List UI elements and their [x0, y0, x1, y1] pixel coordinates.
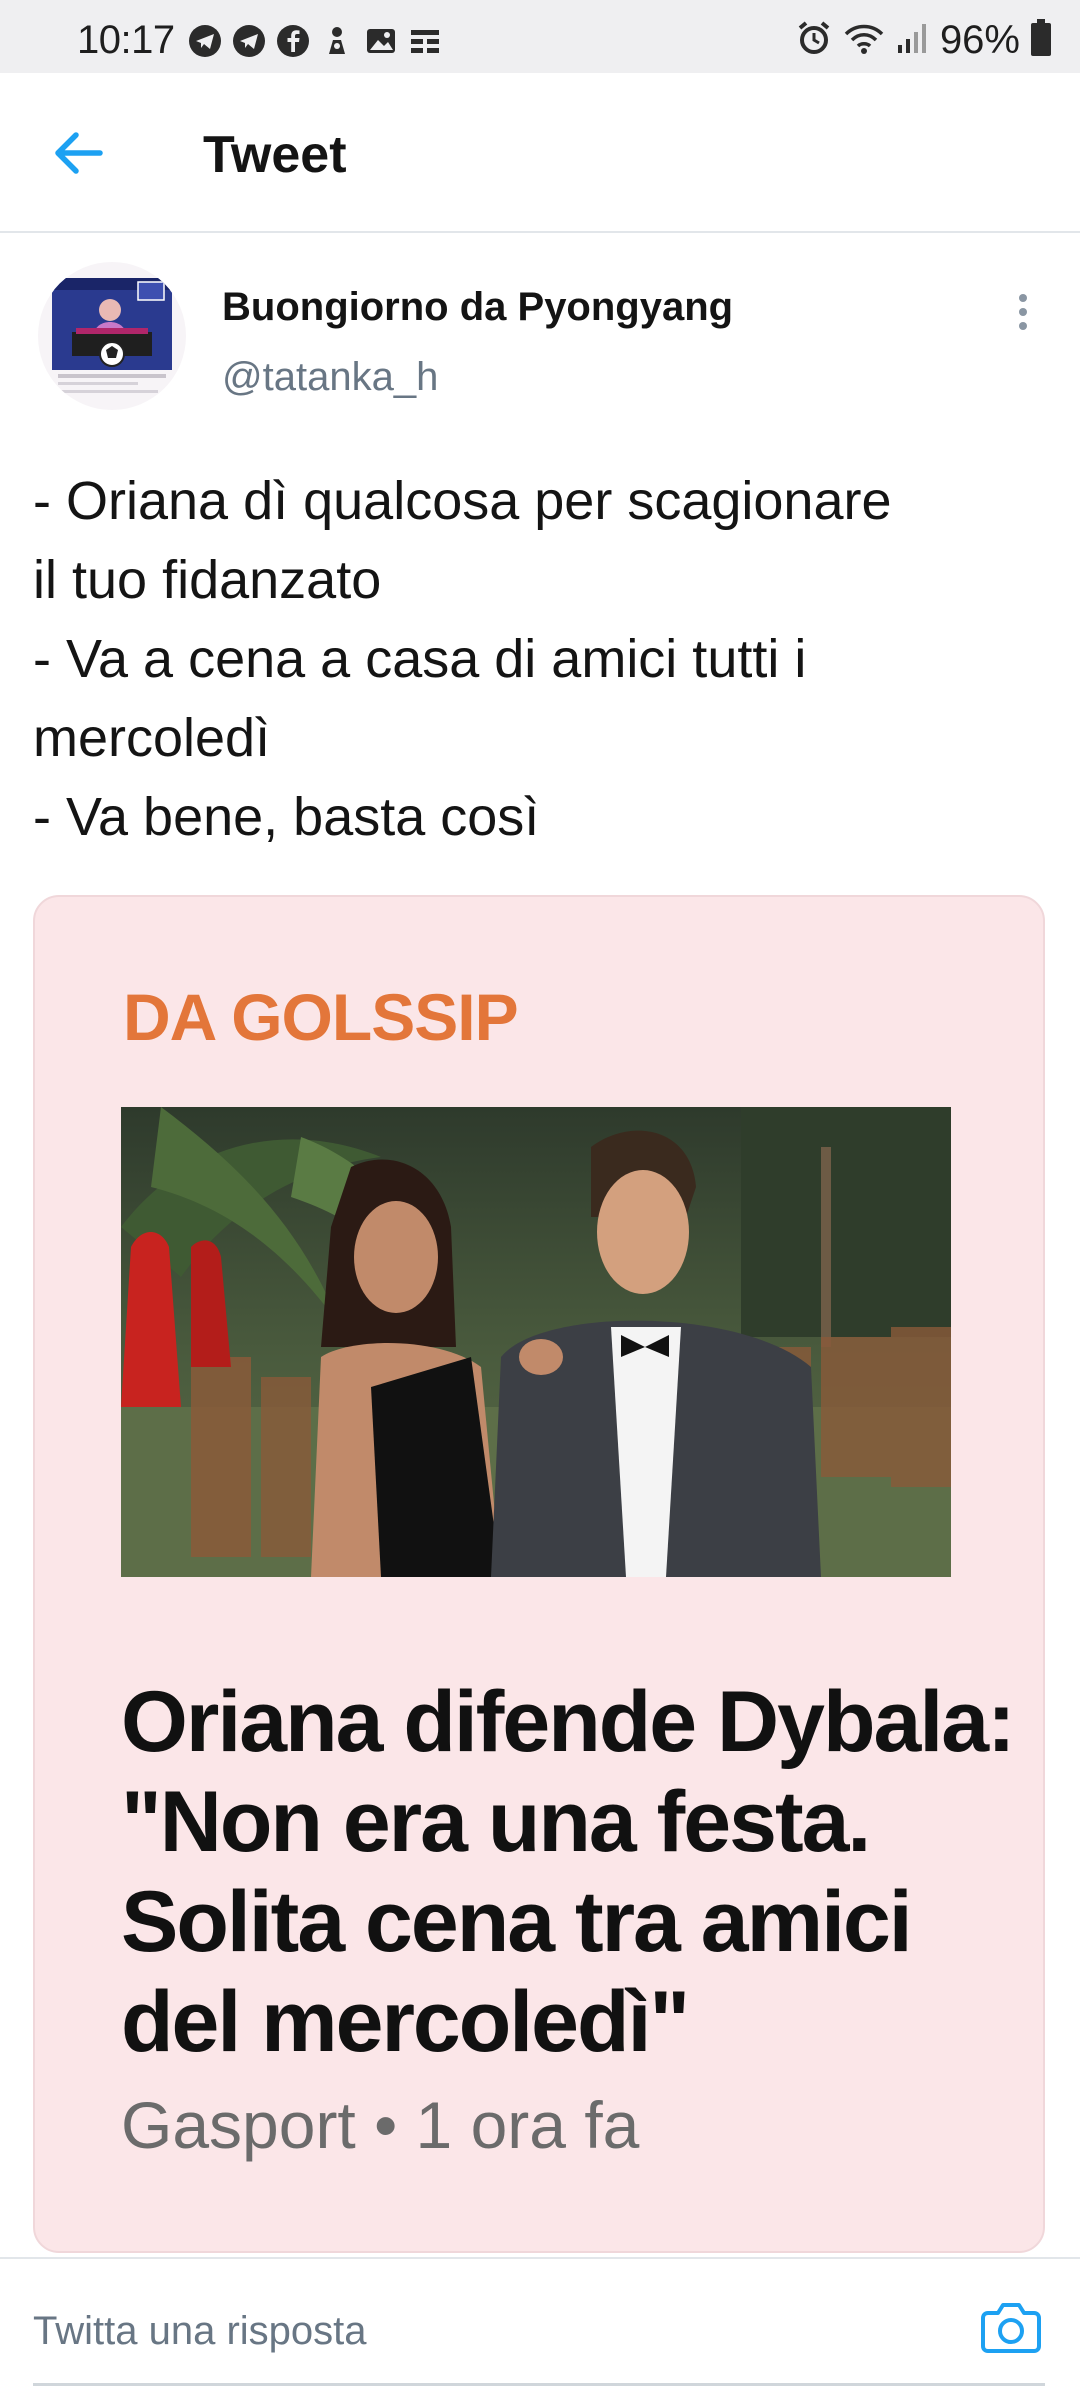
system-indicators: 96%	[796, 18, 1052, 63]
battery-icon	[1030, 19, 1052, 62]
card-meta: Gasport • 1 ora fa	[121, 2088, 640, 2162]
alarm-icon	[796, 20, 832, 61]
more-options-button[interactable]	[1005, 290, 1041, 336]
card-headline: Oriana difende Dybala: "Non era una fest…	[121, 1672, 1016, 2072]
reply-input[interactable]: Twitta una risposta	[33, 2309, 367, 2354]
camera-icon	[981, 2303, 1041, 2353]
card-photo	[121, 1107, 951, 1577]
tweet-text: - Oriana dì qualcosa per scagionare il t…	[33, 462, 1043, 857]
tweet-text-line: il tuo fidanzato	[33, 550, 382, 610]
wifi-icon	[842, 20, 886, 61]
battery-percent: 96%	[939, 18, 1020, 62]
telegram-icon	[188, 24, 224, 60]
app-header: Tweet	[0, 73, 1080, 233]
avatar[interactable]	[38, 262, 186, 410]
image-icon	[364, 24, 400, 60]
card-headline-line: Oriana difende Dybala:	[121, 1674, 1016, 1770]
figure-icon	[320, 24, 356, 60]
page-title: Tweet	[203, 126, 347, 184]
status-time: 10:17	[77, 18, 175, 62]
camera-button[interactable]	[980, 2299, 1042, 2355]
more-vertical-icon	[1005, 294, 1041, 330]
avatar-image	[38, 262, 186, 410]
notification-icons	[188, 24, 444, 64]
card-headline-line: Solita cena tra amici	[121, 1874, 913, 1970]
author-name[interactable]: Buongiorno da Pyongyang	[222, 285, 733, 330]
tweet-text-line: mercoledì	[33, 708, 271, 768]
card-headline-line: "Non era una festa.	[121, 1774, 871, 1870]
reply-input-underline	[33, 2383, 1045, 2386]
telegram-icon	[232, 24, 268, 60]
card-source-label: DA GOLSSIP	[123, 980, 519, 1054]
tweet-media-card[interactable]: DA GOLSSIP Oriana difende Dybala: "Non e…	[33, 895, 1045, 2253]
status-bar: 10:17 96%	[0, 0, 1080, 73]
reply-bar: Twitta una risposta	[0, 2257, 1080, 2402]
back-button[interactable]	[46, 121, 110, 185]
card-headline-line: del mercoledì"	[121, 1974, 690, 2070]
tweet-text-line: - Oriana dì qualcosa per scagionare	[33, 471, 892, 531]
signal-icon	[896, 21, 930, 60]
arrow-left-icon	[55, 132, 103, 174]
facebook-icon	[276, 24, 312, 60]
tweet-text-line: - Va a cena a casa di amici tutti i	[33, 629, 807, 689]
list-icon	[408, 24, 444, 60]
author-handle[interactable]: @tatanka_h	[222, 355, 438, 400]
tweet-text-line: - Va bene, basta così	[33, 787, 540, 847]
